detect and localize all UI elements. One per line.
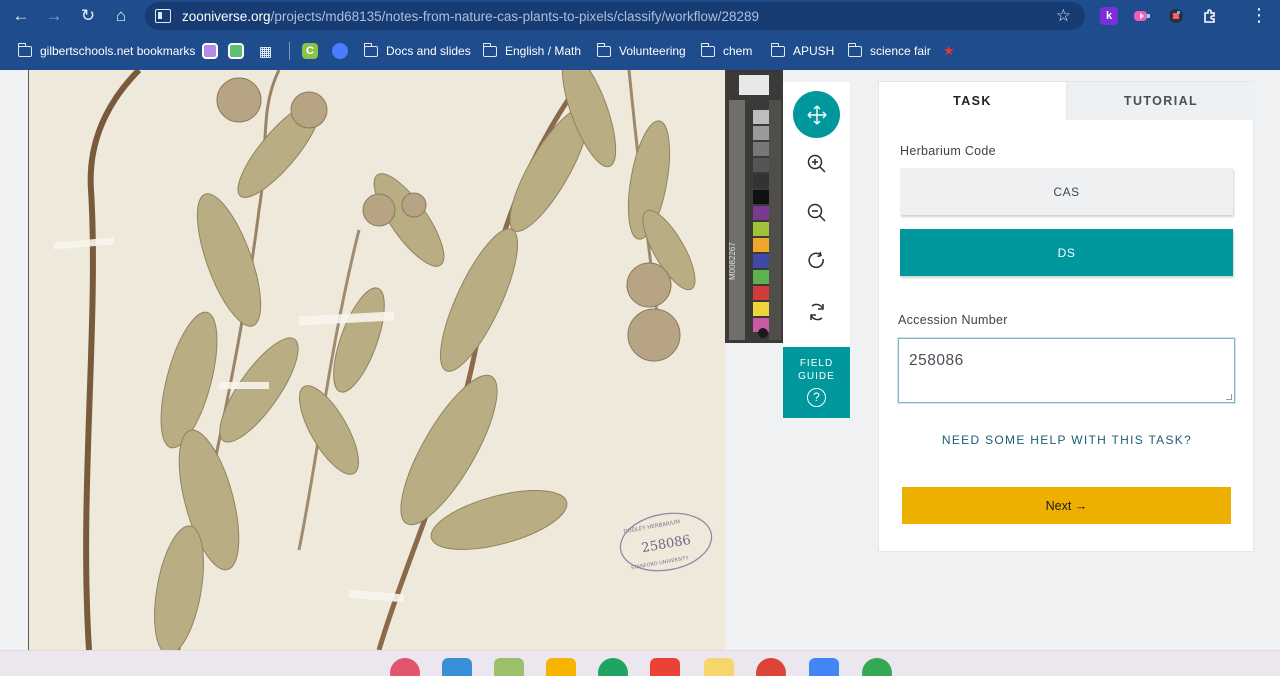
url-text: zooniverse.org/projects/md68135/notes-fr… — [182, 8, 760, 24]
bookmarks-bar: gilbertschools.net bookmarks ▦ C Docs an… — [0, 37, 1280, 65]
stamp-footer-text: STANFORD UNIVERSITY — [631, 555, 690, 571]
rotate-icon — [807, 251, 824, 268]
stamp-number-text: 258086 — [641, 533, 692, 556]
address-bar[interactable]: zooniverse.org/projects/md68135/notes-fr… — [145, 2, 1085, 30]
shelf-app-keep-icon[interactable] — [546, 658, 576, 676]
extensions-puzzle-icon[interactable] — [1201, 7, 1219, 25]
bookmark-swirl-icon[interactable] — [332, 43, 348, 59]
shelf-app-play-icon[interactable] — [862, 658, 892, 676]
folder-icon — [596, 42, 611, 57]
resize-handle-icon[interactable] — [1226, 394, 1232, 400]
folder-icon — [770, 42, 785, 57]
move-icon — [807, 105, 826, 124]
bookmark-apush[interactable]: APUSH — [770, 42, 834, 59]
shelf-app-docs-icon[interactable] — [809, 658, 839, 676]
folder-icon — [363, 42, 378, 57]
shelf-app-calendar-icon[interactable] — [494, 658, 524, 676]
folder-icon — [700, 42, 715, 57]
bookmark-app-green-icon[interactable] — [228, 43, 244, 59]
browser-chrome: ← → ↻ ⌂ zooniverse.org/projects/md68135/… — [0, 0, 1280, 70]
zoom-in-icon — [807, 154, 826, 173]
reset-icon — [809, 303, 824, 320]
field-guide-label: FIELD GUIDE — [798, 358, 835, 382]
back-arrow-icon[interactable]: ← — [8, 3, 34, 29]
managed-folder-icon — [17, 42, 32, 57]
shelf-app-classroom-icon[interactable] — [442, 658, 472, 676]
answer-cas-button[interactable]: CAS — [900, 168, 1233, 215]
bookmark-apps-grid-icon[interactable]: ▦ — [259, 43, 272, 59]
field-guide-button[interactable]: FIELD GUIDE ? — [783, 347, 850, 418]
shelf-app-notes-icon[interactable] — [704, 658, 734, 676]
tab-tutorial[interactable]: TUTORIAL — [1066, 82, 1255, 120]
bookmark-star-flag-icon[interactable]: ★ — [943, 43, 955, 59]
zoom-out-icon — [807, 203, 826, 222]
next-button[interactable]: Next → — [902, 487, 1231, 524]
help-circle-icon: ? — [807, 388, 826, 407]
extension-k-icon[interactable]: k — [1100, 7, 1118, 25]
reload-icon[interactable]: ↻ — [75, 3, 101, 29]
color-swatches — [729, 75, 781, 340]
bookmark-english-math[interactable]: English / Math — [482, 42, 581, 59]
move-button[interactable] — [793, 91, 840, 138]
browser-menu-icon[interactable]: ⋮ — [1250, 5, 1268, 26]
bookmark-gilbertschools[interactable]: gilbertschools.net bookmarks — [17, 42, 195, 59]
folder-icon — [847, 42, 862, 57]
bookmark-app-purple-icon[interactable] — [202, 43, 218, 59]
bookmark-star-icon[interactable]: ☆ — [1056, 6, 1071, 26]
shelf-app-drive-icon[interactable] — [598, 658, 628, 676]
accession-number-value: 258086 — [909, 352, 964, 369]
herbarium-code-label: Herbarium Code — [900, 144, 996, 158]
extension-screen-icon[interactable] — [1167, 7, 1185, 25]
reset-button[interactable] — [793, 288, 840, 335]
task-help-link[interactable]: NEED SOME HELP WITH THIS TASK? — [879, 433, 1255, 447]
extension-media-icon[interactable] — [1133, 7, 1151, 25]
zoom-in-button[interactable] — [793, 140, 840, 187]
forward-arrow-icon[interactable]: → — [41, 3, 67, 29]
bookmark-chem[interactable]: chem — [700, 42, 752, 59]
specimen-image[interactable]: 258086 DUDLEY HERBARIUM STANFORD UNIVERS… — [28, 70, 725, 650]
shelf-app-palette-icon[interactable] — [390, 658, 420, 676]
bookmarks-separator — [289, 42, 290, 60]
accession-number-input[interactable]: 258086 — [898, 338, 1235, 403]
color-calibration-card — [725, 70, 783, 343]
browser-toolbar: ← → ↻ ⌂ zooniverse.org/projects/md68135/… — [0, 0, 1280, 33]
panel-tabs: TASK TUTORIAL — [879, 82, 1255, 120]
accession-number-label: Accession Number — [898, 313, 1008, 327]
site-info-icon[interactable] — [155, 9, 171, 23]
image-toolbar — [783, 82, 850, 347]
task-panel: TASK TUTORIAL Herbarium Code CAS DS Acce… — [878, 81, 1255, 552]
bookmark-volunteering[interactable]: Volunteering — [596, 42, 686, 59]
herbarium-specimen-drawing: 258086 DUDLEY HERBARIUM STANFORD UNIVERS… — [53, 70, 713, 650]
home-icon[interactable]: ⌂ — [108, 3, 134, 29]
bookmark-science-fair[interactable]: science fair — [847, 42, 931, 59]
folder-icon — [482, 42, 497, 57]
catalog-number-label: M0082267 — [728, 242, 737, 280]
answer-ds-button[interactable]: DS — [900, 229, 1233, 276]
stamp-header-text: DUDLEY HERBARIUM — [623, 519, 681, 535]
shelf-app-chrome-icon[interactable] — [756, 658, 786, 676]
rotate-button[interactable] — [793, 237, 840, 284]
os-shelf — [0, 650, 1280, 676]
zoom-out-button[interactable] — [793, 189, 840, 236]
bookmark-c-icon[interactable]: C — [302, 43, 318, 59]
shelf-app-gmail-icon[interactable] — [650, 658, 680, 676]
tab-task[interactable]: TASK — [879, 82, 1066, 120]
bookmark-docs-and-slides[interactable]: Docs and slides — [363, 42, 471, 59]
